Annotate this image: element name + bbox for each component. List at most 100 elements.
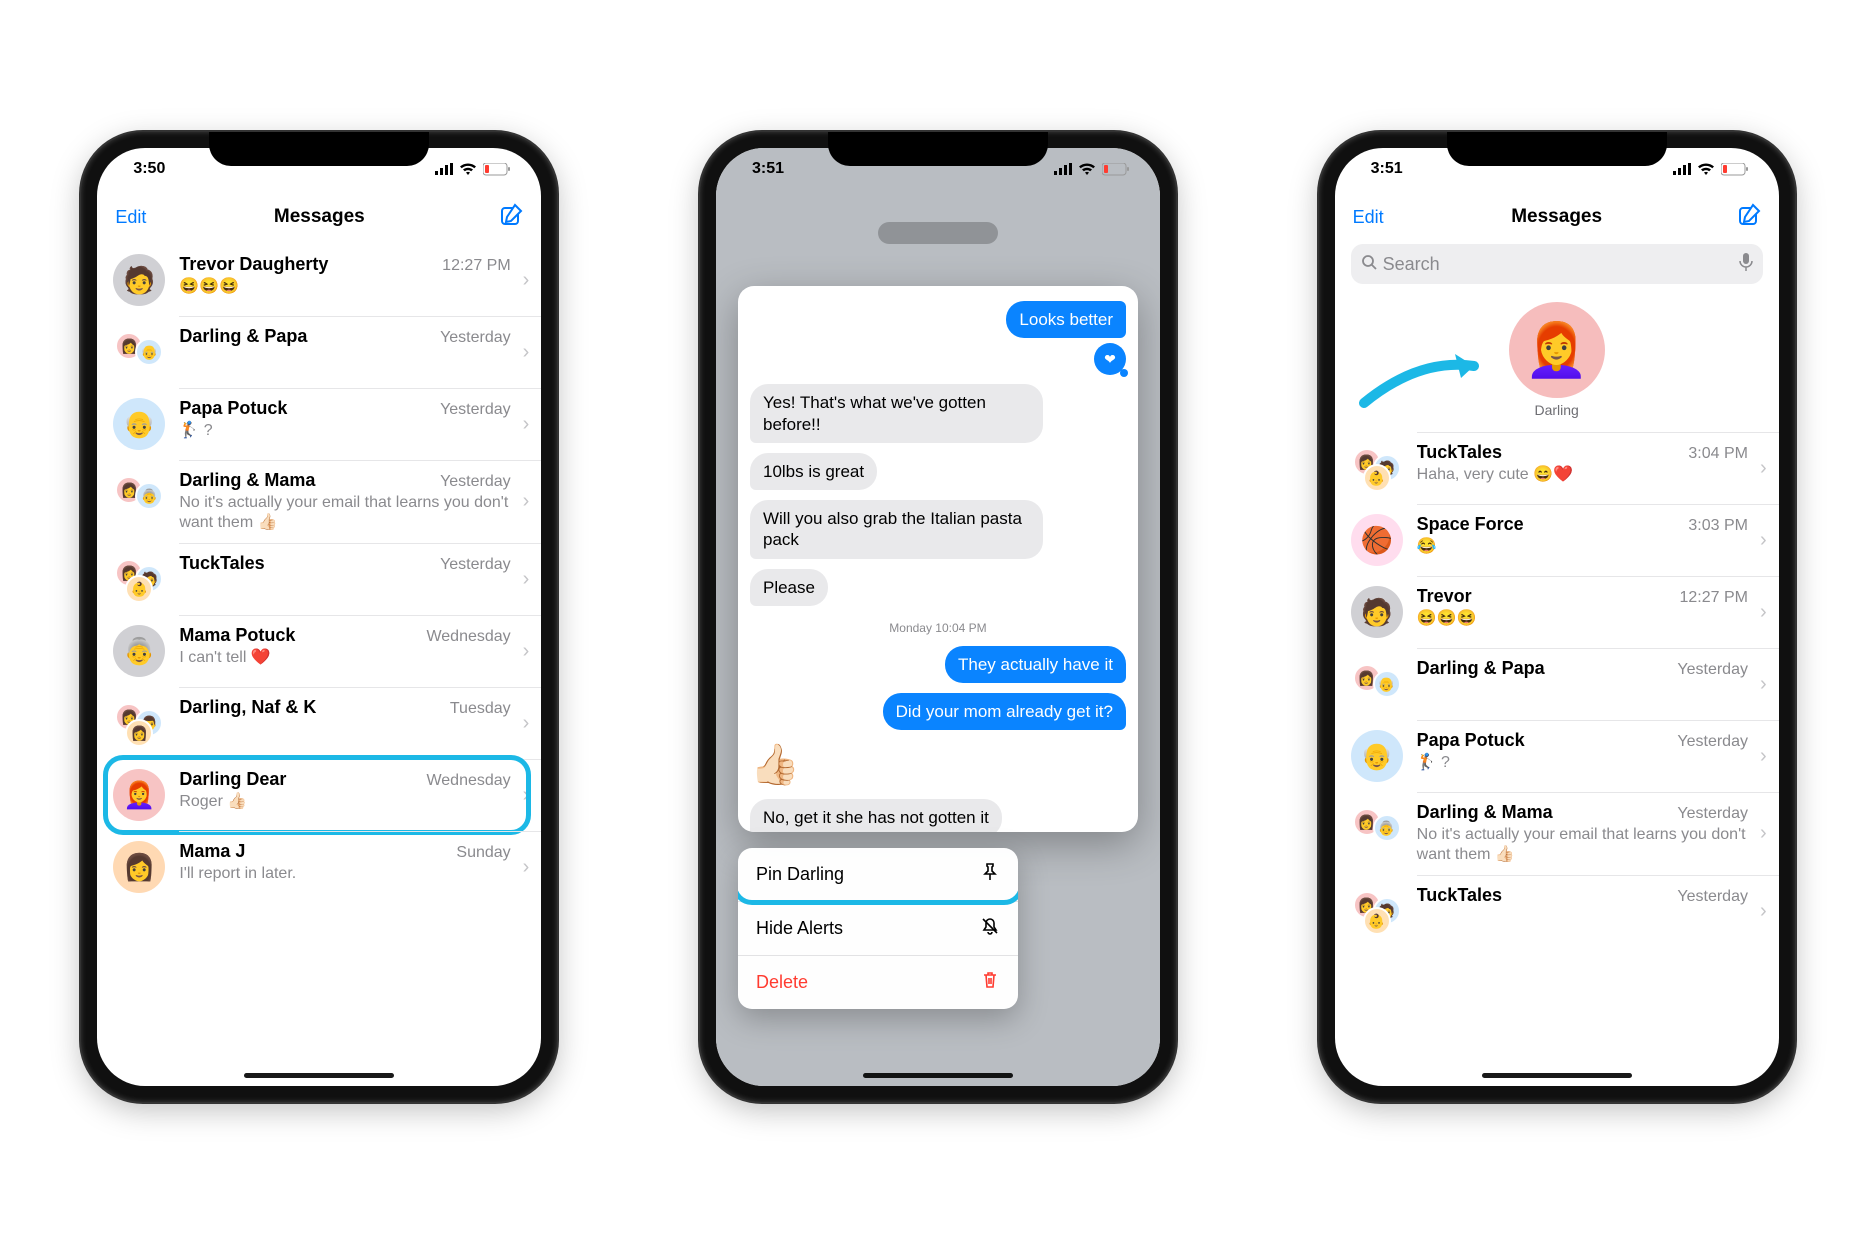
bell-slash-icon: [980, 916, 1000, 941]
conversation-preview-card[interactable]: Looks better ❤ Yes! That's what we've go…: [738, 286, 1138, 832]
search-input[interactable]: Search: [1351, 244, 1763, 284]
conversation-row[interactable]: 👩 Mama JSunday I'll report in later.›: [97, 831, 541, 903]
context-menu: Pin Darling Hide Alerts Delete: [738, 848, 1018, 1009]
menu-label: Pin Darling: [756, 864, 844, 885]
conversation-row[interactable]: 👵 Mama PotuckWednesday I can't tell ❤️›: [97, 615, 541, 687]
conversation-name: Mama J: [179, 841, 450, 862]
avatar: 👩: [113, 841, 165, 893]
message-sent: They actually have it: [945, 646, 1126, 683]
conversation-name: Space Force: [1417, 514, 1683, 535]
search-placeholder: Search: [1383, 254, 1440, 275]
avatar: 👩‍🦰: [113, 769, 165, 821]
conversation-preview: 😆😆😆: [179, 277, 510, 297]
compose-button[interactable]: [1701, 203, 1761, 232]
message-sent: Did your mom already get it?: [883, 693, 1126, 730]
conversation-row[interactable]: 👴 Papa PotuckYesterday 🏌️ ?›: [1335, 720, 1779, 792]
status-icons: [1054, 162, 1130, 176]
sticker-thumbs-up: 👍🏻: [750, 735, 800, 794]
battery-low-icon: [483, 163, 511, 176]
conversation-name: Darling & Papa: [179, 326, 434, 347]
conversation-row[interactable]: 👩👨👩 Darling, Naf & KTuesday ›: [97, 687, 541, 759]
conversation-row[interactable]: 👩👵 Darling & MamaYesterday No it's actua…: [1335, 792, 1779, 875]
conversation-row[interactable]: 🏀 Space Force3:03 PM 😂›: [1335, 504, 1779, 576]
conversation-name: Darling, Naf & K: [179, 697, 444, 718]
menu-delete[interactable]: Delete: [738, 955, 1018, 1009]
screen-messages-list: 3:50 Edit Messages 🧑 Trevor Daugherty 12…: [97, 148, 541, 1086]
status-icons: [1673, 162, 1749, 176]
conversation-list[interactable]: 🧑 Trevor Daugherty 12:27 PM 😆😆😆 › 👩👴 Dar…: [97, 244, 541, 903]
conversation-name: Darling & Mama: [179, 470, 434, 491]
menu-pin[interactable]: Pin Darling: [738, 848, 1018, 901]
message-received: 10lbs is great: [750, 453, 877, 490]
chevron-right-icon: ›: [519, 269, 542, 292]
conversation-row[interactable]: 👩👵 Darling & MamaYesterday No it's actua…: [97, 460, 541, 543]
home-indicator[interactable]: [863, 1073, 1013, 1078]
conversation-time: Tuesday: [450, 700, 511, 718]
conversation-time: Yesterday: [440, 556, 511, 574]
battery-low-icon: [1102, 163, 1130, 176]
avatar: 👵: [113, 625, 165, 677]
menu-label: Delete: [756, 972, 808, 993]
chevron-right-icon: ›: [1756, 745, 1779, 768]
signal-icon: [1673, 163, 1691, 175]
conversation-name: Darling Dear: [179, 769, 420, 790]
avatar: 👩🧑👶: [1351, 885, 1403, 937]
conversation-time: Yesterday: [440, 401, 511, 419]
conversation-time: Sunday: [456, 844, 510, 862]
notch: [209, 132, 429, 166]
chevron-right-icon: ›: [519, 856, 542, 879]
conversation-row-highlighted[interactable]: 👩‍🦰 Darling DearWednesday Roger 👍🏻›: [97, 759, 541, 831]
conversation-row[interactable]: 👩🧑👶 TuckTalesYesterday ›: [97, 543, 541, 615]
chevron-right-icon: ›: [519, 784, 542, 807]
conversation-row[interactable]: 🧑 Trevor12:27 PM 😆😆😆›: [1335, 576, 1779, 648]
conversation-preview: Haha, very cute 😄❤️: [1417, 465, 1748, 485]
chevron-right-icon: ›: [1756, 529, 1779, 552]
conversation-name: TuckTales: [1417, 442, 1683, 463]
search-icon: [1361, 254, 1377, 275]
conversation-preview: No it's actually your email that learns …: [179, 493, 510, 533]
avatar: 👩🧑👶: [1351, 442, 1403, 494]
avatar: 👴: [1351, 730, 1403, 782]
conversation-time: Yesterday: [440, 329, 511, 347]
status-icons: [435, 162, 511, 176]
conversation-row[interactable]: 👩👴 Darling & PapaYesterday ›: [1335, 648, 1779, 720]
message-received: Please: [750, 569, 828, 606]
conversation-time: Yesterday: [440, 473, 511, 491]
pinned-conversation[interactable]: 👩‍🦰: [1509, 302, 1605, 398]
conversation-time: Yesterday: [1677, 733, 1748, 751]
conversation-time: Yesterday: [1677, 888, 1748, 906]
chevron-right-icon: ›: [1756, 673, 1779, 696]
conversation-row[interactable]: 👩👴 Darling & PapaYesterday ›: [97, 316, 541, 388]
menu-hide-alerts[interactable]: Hide Alerts: [738, 901, 1018, 955]
conversation-row[interactable]: 👩🧑👶 TuckTalesYesterday ›: [1335, 875, 1779, 947]
chevron-right-icon: ›: [519, 490, 542, 513]
conversation-preview: Roger 👍🏻: [179, 792, 510, 812]
message-timestamp: Monday 10:04 PM: [750, 611, 1126, 641]
conversation-list[interactable]: 👩🧑👶 TuckTales3:04 PM Haha, very cute 😄❤️…: [1335, 432, 1779, 947]
conversation-row[interactable]: 👩🧑👶 TuckTales3:04 PM Haha, very cute 😄❤️…: [1335, 432, 1779, 504]
battery-low-icon: [1721, 163, 1749, 176]
nav-bar: Edit Messages: [97, 190, 541, 244]
avatar: 👩👨👩: [113, 697, 165, 749]
conversation-row[interactable]: 🧑 Trevor Daugherty 12:27 PM 😆😆😆 ›: [97, 244, 541, 316]
message-received: Yes! That's what we've gotten before!!: [750, 384, 1043, 443]
edit-button[interactable]: Edit: [1353, 207, 1413, 228]
wifi-icon: [1697, 162, 1715, 176]
mic-icon[interactable]: [1739, 253, 1753, 276]
home-indicator[interactable]: [1482, 1073, 1632, 1078]
avatar: 👩🧑👶: [113, 553, 165, 605]
conversation-name: TuckTales: [1417, 885, 1672, 906]
avatar: 🧑: [1351, 586, 1403, 638]
home-indicator[interactable]: [244, 1073, 394, 1078]
pinned-name: Darling: [1534, 402, 1578, 418]
page-title: Messages: [1413, 206, 1701, 228]
edit-button[interactable]: Edit: [115, 207, 175, 228]
compose-button[interactable]: [463, 203, 523, 232]
avatar: 👩👴: [1351, 658, 1403, 710]
conversation-row[interactable]: 👴 Papa PotuckYesterday 🏌️ ?›: [97, 388, 541, 460]
conversation-name: Darling & Papa: [1417, 658, 1672, 679]
wifi-icon: [459, 162, 477, 176]
tapback-love-icon: ❤: [1094, 343, 1126, 375]
annotation-arrow: [1359, 348, 1499, 423]
avatar: 🧑: [113, 254, 165, 306]
